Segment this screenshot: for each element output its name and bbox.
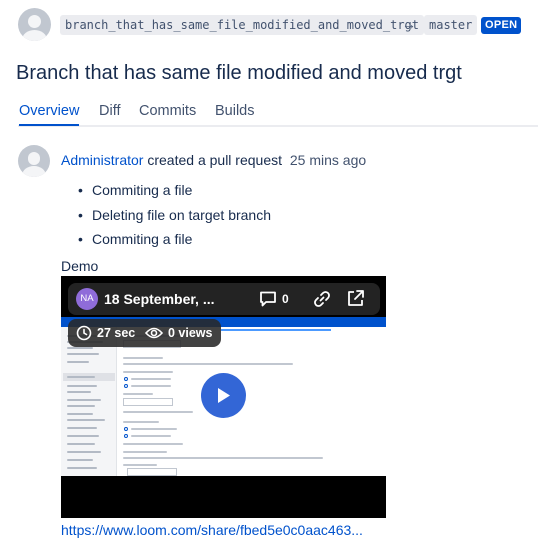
activity-line: Administrator created a pull request 25 … xyxy=(61,150,366,170)
commit-list: Commiting a file Deleting file on target… xyxy=(78,178,271,252)
source-branch-tag[interactable]: branch_that_has_same_file_modified_and_m… xyxy=(60,15,425,35)
external-link-icon[interactable] xyxy=(346,289,365,308)
activity-action: created a pull request xyxy=(147,152,282,168)
comment-count: 0 xyxy=(282,292,289,306)
activity-author-link[interactable]: Administrator xyxy=(61,152,143,168)
tab-commits[interactable]: Commits xyxy=(139,101,196,121)
activity-avatar[interactable] xyxy=(18,145,50,177)
video-header-bar: NA 18 September, ... 0 xyxy=(68,283,380,315)
tab-builds[interactable]: Builds xyxy=(215,101,255,121)
link-icon[interactable] xyxy=(313,290,331,308)
clock-icon xyxy=(76,325,92,341)
list-item: Commiting a file xyxy=(78,227,271,252)
target-branch-tag[interactable]: master xyxy=(424,15,478,35)
tab-overview[interactable]: Overview xyxy=(19,101,80,126)
video-title[interactable]: 18 September, ... xyxy=(104,289,215,309)
loom-video-embed[interactable]: NA 18 September, ... 0 27 sec 0 views xyxy=(61,276,386,518)
play-button[interactable] xyxy=(201,373,246,418)
tab-diff[interactable]: Diff xyxy=(99,101,121,121)
owner-avatar: NA xyxy=(76,288,98,310)
page-title: Branch that has same file modified and m… xyxy=(16,62,462,84)
loom-share-link[interactable]: https://www.loom.com/share/fbed5e0c0aac4… xyxy=(61,520,363,540)
activity-time: 25 mins ago xyxy=(289,152,367,168)
list-item: Commiting a file xyxy=(78,178,271,203)
arrow-right-icon: → xyxy=(402,16,416,32)
description-label: Demo xyxy=(61,258,99,274)
video-stats-bar: 27 sec 0 views xyxy=(68,319,221,347)
eye-icon xyxy=(145,327,163,339)
status-badge: OPEN xyxy=(481,17,522,34)
pr-tabs: Overview Diff Commits Builds xyxy=(18,101,538,127)
pr-author-avatar[interactable] xyxy=(18,8,51,41)
comment-icon[interactable] xyxy=(259,291,277,307)
video-duration: 27 sec xyxy=(97,326,136,340)
play-icon xyxy=(218,388,230,403)
video-views: 0 views xyxy=(168,326,213,340)
list-item: Deleting file on target branch xyxy=(78,203,271,228)
